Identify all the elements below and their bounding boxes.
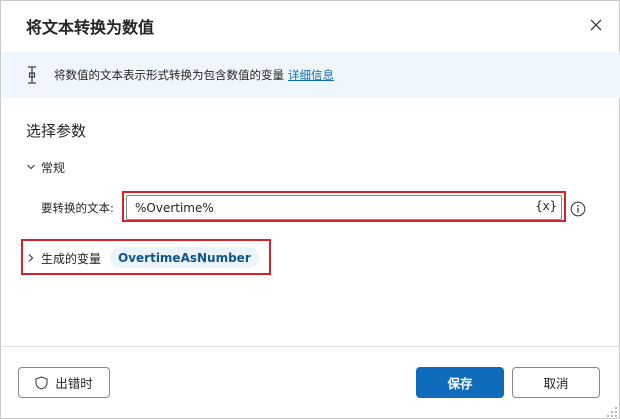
info-text: 将数值的文本表示形式转换为包含数值的变量 详细信息 (54, 67, 334, 83)
save-button[interactable]: 保存 (416, 367, 504, 398)
produced-variables-toggle[interactable]: 生成的变量 (25, 248, 101, 268)
close-icon (590, 19, 602, 31)
info-bar: 将数值的文本表示形式转换为包含数值的变量 详细信息 (2, 52, 620, 98)
text-to-convert-label: 要转换的文本: (41, 201, 114, 215)
shield-icon (35, 375, 48, 390)
info-icon[interactable] (570, 201, 586, 217)
more-info-link[interactable]: 详细信息 (288, 68, 334, 82)
resize-grip-icon[interactable] (606, 406, 618, 418)
close-button[interactable] (584, 14, 608, 36)
text-to-convert-input[interactable]: %Overtime% {x} (126, 195, 562, 220)
convert-text-to-number-dialog: 将文本转换为数值 将数值的文本表示形式转换为包含数值的变量 详细信息 选择参数 常… (0, 0, 620, 419)
section-title: 选择参数 (26, 122, 87, 140)
footer-divider (2, 346, 620, 347)
variable-chip[interactable]: OvertimeAsNumber (110, 247, 259, 268)
on-error-button[interactable]: 出错时 (18, 367, 110, 398)
cancel-button[interactable]: 取消 (512, 367, 600, 398)
chevron-down-icon (27, 164, 35, 170)
insert-variable-button[interactable]: {x} (535, 199, 557, 213)
text-cursor-icon (28, 66, 36, 84)
produced-variables-label: 生成的变量 (41, 251, 102, 266)
info-description: 将数值的文本表示形式转换为包含数值的变量 (54, 68, 284, 82)
text-to-convert-value: %Overtime% (135, 200, 214, 215)
general-group-toggle[interactable]: 常规 (25, 158, 65, 176)
on-error-label: 出错时 (55, 376, 93, 391)
chevron-right-icon (28, 254, 34, 262)
general-group-label: 常规 (41, 160, 66, 175)
dialog-title: 将文本转换为数值 (26, 18, 155, 37)
